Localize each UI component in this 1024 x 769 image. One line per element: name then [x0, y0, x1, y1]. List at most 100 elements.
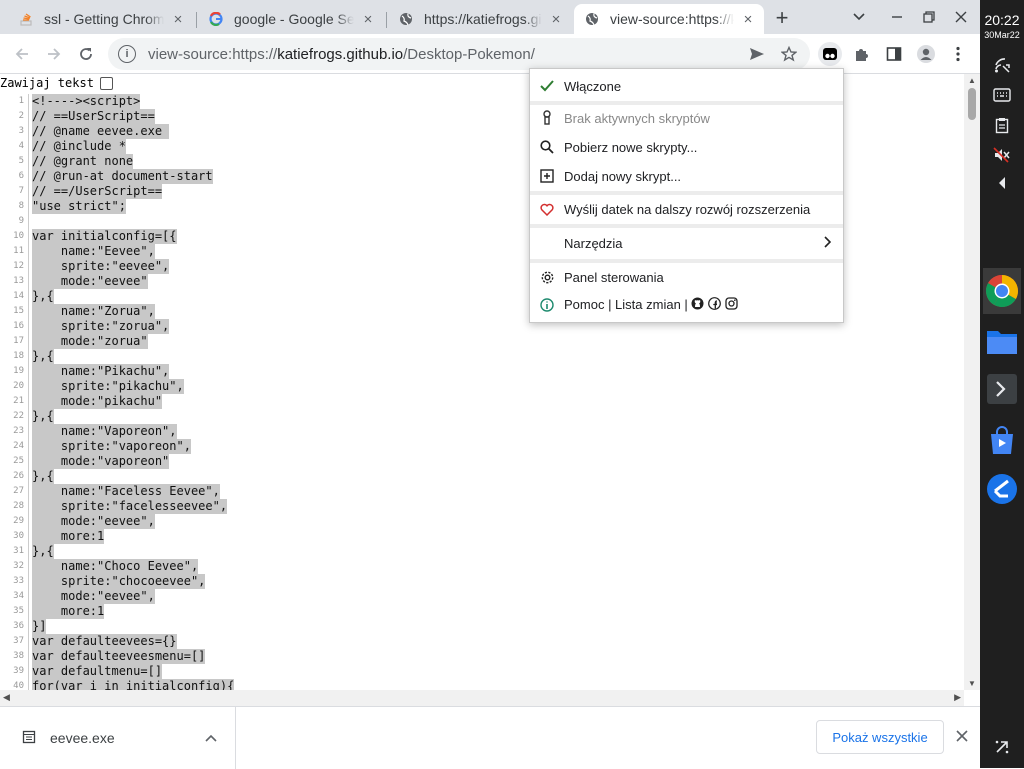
scroll-left-icon[interactable]: ◀	[3, 692, 10, 703]
scroll-right-icon[interactable]: ▶	[954, 692, 961, 703]
terminal-app-icon[interactable]	[983, 366, 1021, 412]
line-text: // @grant none	[32, 154, 134, 169]
tab-view-source[interactable]: view-source:https://k ×	[574, 4, 764, 34]
close-tab-icon[interactable]: ×	[740, 11, 756, 28]
star-icon[interactable]	[780, 45, 798, 63]
tampermonkey-icon[interactable]	[818, 42, 842, 66]
files-app-icon[interactable]	[983, 318, 1021, 364]
wrap-text-control: Zawijaj tekst	[0, 76, 113, 90]
clipboard-icon[interactable]	[990, 114, 1014, 136]
line-number: 5	[18, 156, 24, 166]
cast-icon[interactable]	[990, 54, 1014, 76]
info-circle-icon	[530, 298, 564, 312]
line-text: }]	[32, 619, 47, 634]
restore-icon[interactable]	[918, 6, 940, 28]
menu-item-donate[interactable]: Wyślij datek na dalszy rozwój rozszerzen…	[530, 195, 843, 223]
line-number: 3	[18, 126, 24, 136]
info-icon[interactable]: i	[118, 45, 136, 63]
menu-item-get-new-scripts[interactable]: Pobierz nowe skrypty...	[530, 133, 843, 161]
muted-speaker-icon[interactable]	[990, 144, 1014, 166]
line-number: 12	[13, 261, 24, 271]
line-number: 33	[13, 576, 24, 586]
wrap-text-checkbox[interactable]	[99, 76, 113, 90]
source-line: 19 name:"Pikachu",	[0, 364, 964, 379]
tab-title: view-source:https://k	[610, 11, 734, 27]
facebook-icon[interactable]	[708, 297, 721, 313]
puzzle-icon[interactable]	[850, 42, 874, 66]
line-number: 35	[13, 606, 24, 616]
profile-icon[interactable]	[914, 42, 938, 66]
send-icon[interactable]	[748, 45, 766, 63]
github-icon[interactable]	[691, 297, 704, 313]
source-line: 38 var defaulteeveesmenu=[]	[0, 649, 964, 664]
chevron-down-icon[interactable]	[848, 6, 870, 28]
collapse-arrow-icon[interactable]	[990, 172, 1014, 194]
new-tab-button[interactable]: +	[770, 5, 794, 30]
close-tab-icon[interactable]: ×	[170, 11, 186, 28]
line-text: sprite:"zorua",	[32, 319, 170, 334]
menu-item-label: Pobierz nowe skrypty...	[564, 139, 698, 155]
tab-title: https://katiefrogs.git	[424, 11, 542, 27]
line-number: 25	[13, 456, 24, 466]
flutter-app-icon[interactable]	[983, 466, 1021, 512]
launcher-arrow-icon[interactable]	[990, 736, 1014, 758]
address-bar[interactable]: i view-source:https://katiefrogs.github.…	[108, 38, 810, 70]
minimize-icon[interactable]	[886, 6, 908, 28]
close-tab-icon[interactable]: ×	[360, 11, 376, 28]
tab-divider	[196, 12, 197, 28]
tab-katiefrogs[interactable]: https://katiefrogs.git ×	[388, 4, 572, 34]
menu-item-add-new-script[interactable]: Dodaj nowy skrypt...	[530, 162, 843, 190]
scroll-down-icon[interactable]: ▼	[968, 679, 976, 688]
line-number: 8	[18, 201, 24, 211]
line-text: // @name eevee.exe	[32, 124, 170, 139]
menu-item-tools[interactable]: Narzędzia	[530, 229, 843, 257]
source-line: 27 name:"Faceless Eevee",	[0, 484, 964, 499]
menu-item-dashboard[interactable]: Panel sterowania	[530, 263, 843, 291]
chevron-up-icon[interactable]	[205, 731, 217, 745]
menu-item-help[interactable]: Pomoc | Lista zmian |	[530, 291, 843, 319]
close-icon[interactable]	[952, 726, 972, 746]
source-line: 31},{	[0, 544, 964, 559]
close-window-icon[interactable]	[950, 6, 972, 28]
source-line: 21 mode:"pikachu"	[0, 394, 964, 409]
source-line: 36}]	[0, 619, 964, 634]
close-tab-icon[interactable]: ×	[548, 11, 564, 28]
side-panel-icon[interactable]	[882, 42, 906, 66]
tab-ssl[interactable]: ssl - Getting Chrome ×	[8, 4, 194, 34]
scrollbar-thumb[interactable]	[968, 88, 976, 120]
scroll-up-icon[interactable]: ▲	[968, 76, 976, 85]
keyboard-icon[interactable]	[990, 84, 1014, 106]
line-number: 13	[13, 276, 24, 286]
menu-item-label: Wyślij datek na dalszy rozwój rozszerzen…	[564, 201, 811, 217]
downloads-bar: eevee.exe Pokaż wszystkie	[0, 706, 980, 769]
line-number: 39	[13, 666, 24, 676]
play-store-app-icon[interactable]	[983, 418, 1021, 464]
line-text: name:"Choco Eevee",	[32, 559, 199, 574]
download-file-name: eevee.exe	[50, 730, 115, 746]
tab-google[interactable]: google - Google Sear ×	[198, 4, 384, 34]
line-number: 15	[13, 306, 24, 316]
forward-icon[interactable]	[42, 42, 66, 66]
source-line: 34 mode:"eevee",	[0, 589, 964, 604]
chevron-right-icon	[823, 235, 843, 251]
more-menu-icon[interactable]	[946, 42, 970, 66]
back-icon[interactable]	[10, 42, 34, 66]
line-number: 14	[13, 291, 24, 301]
download-item[interactable]: eevee.exe	[0, 707, 236, 769]
horizontal-scrollbar[interactable]: ◀ ▶	[0, 690, 964, 706]
wrap-text-label: Zawijaj tekst	[0, 76, 94, 90]
instagram-icon[interactable]	[725, 297, 738, 313]
line-text: <!----><script>	[32, 94, 141, 109]
reload-icon[interactable]	[74, 42, 98, 66]
source-line: 30 more:1	[0, 529, 964, 544]
line-number: 32	[13, 561, 24, 571]
chrome-app-icon[interactable]	[983, 268, 1021, 314]
clock[interactable]: 20:22	[980, 12, 1024, 28]
vertical-scrollbar[interactable]: ▲ ▼	[964, 74, 980, 690]
plus-box-icon	[530, 169, 564, 183]
line-text: sprite:"chocoeevee",	[32, 574, 206, 589]
menu-item-enabled[interactable]: Włączone	[530, 72, 843, 100]
show-all-button[interactable]: Pokaż wszystkie	[816, 720, 944, 754]
search-icon	[530, 140, 564, 154]
line-text: },{	[32, 289, 54, 304]
